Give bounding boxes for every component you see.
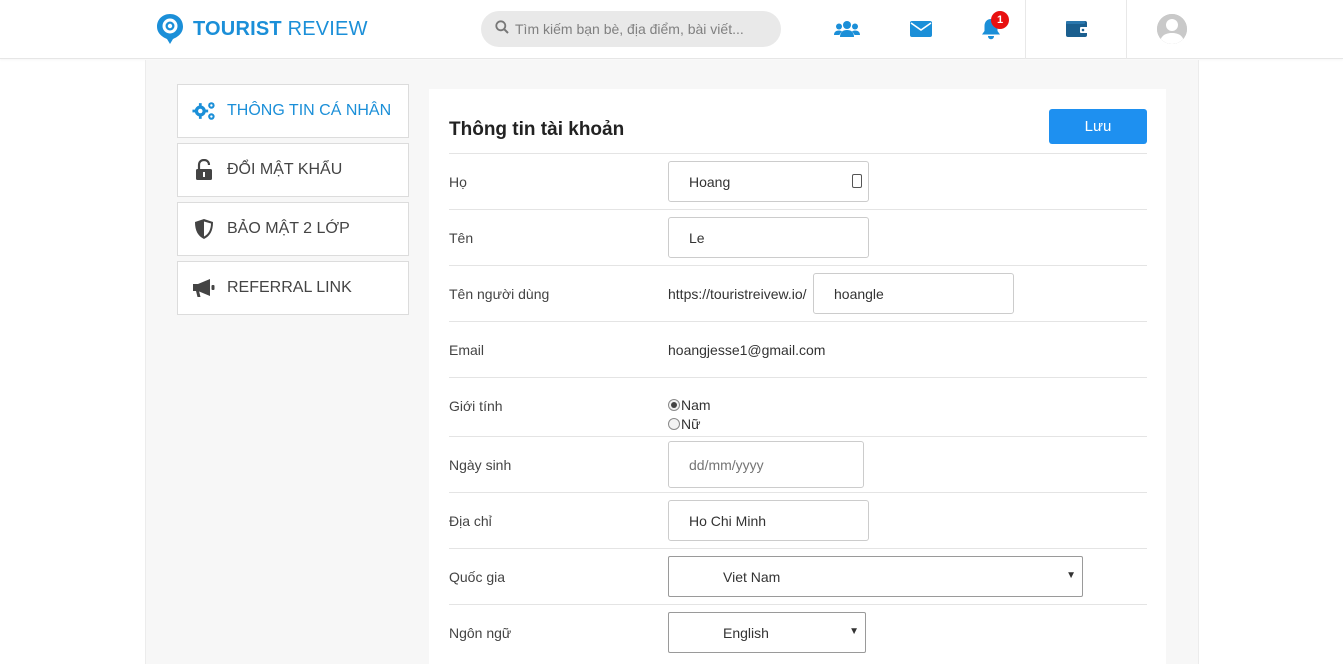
divider <box>449 548 1147 549</box>
top-navbar: TOURIST REVIEW 1 <box>0 0 1343 59</box>
language-selected-value: English <box>723 624 769 641</box>
country-select[interactable]: Viet Nam ▼ <box>668 556 1083 597</box>
notification-badge: 1 <box>991 11 1009 29</box>
envelope-icon[interactable] <box>907 16 935 42</box>
unlock-icon <box>192 158 216 182</box>
logo-text: TOURIST REVIEW <box>193 17 368 40</box>
birthday-label: Ngày sinh <box>449 457 512 473</box>
avatar[interactable] <box>1157 14 1187 44</box>
username-input[interactable] <box>813 273 1014 314</box>
country-selected-value: Viet Nam <box>723 568 781 585</box>
gender-label: Giới tính <box>449 398 503 414</box>
save-button[interactable]: Lưu <box>1049 109 1147 144</box>
sidebar-item-label: THÔNG TIN CÁ NHÂN <box>227 102 392 119</box>
birthday-input[interactable] <box>668 441 864 488</box>
gender-option-female[interactable]: Nữ <box>668 416 700 432</box>
gender-radio-female[interactable] <box>668 418 680 430</box>
first-name-input[interactable] <box>668 217 869 258</box>
last-name-wrapper <box>668 161 869 202</box>
panel-title: Thông tin tài khoản <box>449 119 625 140</box>
wallet-icon[interactable] <box>1063 16 1091 42</box>
address-input[interactable] <box>668 500 869 541</box>
settings-sidebar: THÔNG TIN CÁ NHÂN ĐỔI MẬT KHẨU BẢO MẬT 2… <box>177 84 409 320</box>
sidebar-item-personal-info[interactable]: THÔNG TIN CÁ NHÂN <box>177 84 409 138</box>
language-select[interactable]: English ▼ <box>668 612 866 653</box>
shield-icon <box>192 217 216 241</box>
search-input[interactable] <box>515 21 765 37</box>
sidebar-item-label: BẢO MẬT 2 LỚP <box>227 220 350 237</box>
megaphone-icon <box>192 276 216 300</box>
last-name-label: Họ <box>449 174 467 190</box>
sidebar-item-label: REFERRAL LINK <box>227 279 352 296</box>
account-info-panel: Thông tin tài khoản Lưu Họ Tên Tên người… <box>429 89 1166 664</box>
search-icon <box>495 19 509 39</box>
last-name-input[interactable] <box>668 161 869 202</box>
first-name-label: Tên <box>449 230 474 246</box>
divider <box>449 492 1147 493</box>
divider <box>449 209 1147 210</box>
address-label: Địa chỉ <box>449 513 492 529</box>
divider <box>449 265 1147 266</box>
chevron-down-icon: ▼ <box>1066 570 1076 581</box>
email-label: Email <box>449 342 485 358</box>
gender-option-label: Nam <box>681 397 711 413</box>
divider <box>449 436 1147 437</box>
logo[interactable]: TOURIST REVIEW <box>156 12 368 46</box>
header-divider <box>1025 0 1026 59</box>
sidebar-item-label: ĐỔI MẬT KHẨU <box>227 161 343 178</box>
divider <box>449 153 1147 154</box>
logo-pin-icon <box>156 13 184 45</box>
gender-option-male[interactable]: Nam <box>668 397 711 413</box>
cogs-icon <box>192 99 216 123</box>
language-label: Ngôn ngữ <box>449 625 512 641</box>
contact-card-icon[interactable] <box>852 174 862 188</box>
username-prefix: https://touristreivew.io/ <box>668 286 807 302</box>
divider <box>449 377 1147 378</box>
sidebar-item-two-factor[interactable]: BẢO MẬT 2 LỚP <box>177 202 409 256</box>
username-label: Tên người dùng <box>449 286 550 302</box>
chevron-down-icon: ▼ <box>849 626 859 637</box>
email-value: hoangjesse1@gmail.com <box>668 342 826 358</box>
gender-radio-male[interactable] <box>668 399 680 411</box>
sidebar-item-change-password[interactable]: ĐỔI MẬT KHẨU <box>177 143 409 197</box>
country-label: Quốc gia <box>449 569 506 585</box>
header-divider <box>1126 0 1127 59</box>
divider <box>449 604 1147 605</box>
sidebar-item-referral-link[interactable]: REFERRAL LINK <box>177 261 409 315</box>
divider <box>449 321 1147 322</box>
gender-option-label: Nữ <box>681 416 701 432</box>
users-icon[interactable] <box>833 16 861 42</box>
search-bar[interactable] <box>481 11 781 47</box>
